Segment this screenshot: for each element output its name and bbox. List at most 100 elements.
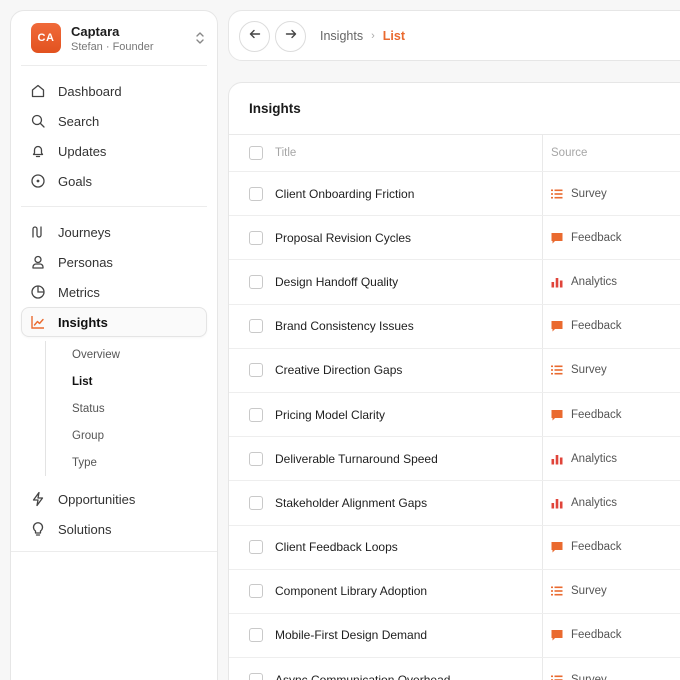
primary-nav: Dashboard Search Updates Goals Journeys …: [21, 76, 207, 544]
account-switcher[interactable]: CA Captara Stefan · Founder: [21, 11, 207, 66]
breadcrumb-parent[interactable]: Insights: [320, 29, 363, 43]
nav-label: Metrics: [58, 284, 100, 300]
nav-label: Opportunities: [58, 491, 136, 507]
table-row[interactable]: Client Onboarding Friction Survey: [229, 172, 680, 217]
table-row[interactable]: Design Handoff Quality Analytics: [229, 260, 680, 305]
nav-item-solutions[interactable]: Solutions: [21, 514, 207, 544]
bar-chart-icon: [551, 276, 563, 288]
table-header-row: Title Source: [229, 135, 680, 172]
table-row[interactable]: Component Library Adoption Survey: [229, 570, 680, 614]
sidebar-divider: [11, 551, 217, 552]
row-source: Feedback: [551, 320, 622, 332]
list-icon: [551, 364, 563, 376]
insights-table: Title Source Client Onboarding Friction S…: [229, 135, 680, 680]
route-icon: [30, 224, 46, 240]
column-header-source-cell: Source: [551, 147, 587, 159]
row-source: Feedback: [551, 232, 622, 244]
row-title[interactable]: Component Library Adoption: [275, 584, 427, 598]
row-source: Analytics: [551, 276, 617, 288]
source-label: Survey: [571, 187, 607, 200]
nav-item-opportunities[interactable]: Opportunities: [21, 484, 207, 514]
table-row[interactable]: Deliverable Turnaround Speed Analytics: [229, 437, 680, 482]
row-title[interactable]: Proposal Revision Cycles: [275, 231, 411, 245]
row-title[interactable]: Pricing Model Clarity: [275, 408, 385, 422]
row-title[interactable]: Mobile-First Design Demand: [275, 628, 427, 642]
nav-item-journeys[interactable]: Journeys: [21, 217, 207, 247]
row-title[interactable]: Brand Consistency Issues: [275, 319, 414, 333]
bar-chart-icon: [551, 453, 563, 465]
list-icon: [551, 585, 563, 597]
account-name: Captara: [71, 24, 120, 39]
column-header-source[interactable]: Source: [551, 147, 587, 159]
source-label: Survey: [571, 364, 607, 377]
row-checkbox[interactable]: [249, 495, 263, 510]
message-icon: [551, 409, 563, 421]
table-row[interactable]: Pricing Model Clarity Feedback: [229, 393, 680, 438]
source-label: Feedback: [571, 541, 622, 554]
nav-item-insights[interactable]: Insights: [21, 307, 207, 337]
account-role: Stefan · Founder: [71, 41, 154, 53]
breadcrumb-separator: ›: [371, 30, 375, 42]
nav-label: Updates: [58, 143, 107, 159]
row-checkbox[interactable]: [249, 451, 263, 466]
nav-item-personas[interactable]: Personas: [21, 247, 207, 277]
row-title[interactable]: Creative Direction Gaps: [275, 363, 402, 377]
insights-subnav: Overview List Status Group Type: [45, 341, 207, 476]
table-row[interactable]: Async Communication Overhead Survey: [229, 658, 680, 680]
row-title[interactable]: Stakeholder Alignment Gaps: [275, 496, 427, 510]
trend-icon: [30, 314, 46, 330]
subnav-status[interactable]: Status: [72, 395, 207, 422]
subnav-group[interactable]: Group: [72, 422, 207, 449]
table-row[interactable]: Creative Direction Gaps Survey: [229, 349, 680, 393]
back-button[interactable]: [239, 21, 270, 52]
column-header-title[interactable]: Title: [275, 147, 296, 159]
nav-label: Search: [58, 113, 100, 129]
breadcrumb-current: List: [382, 29, 405, 43]
row-title[interactable]: Deliverable Turnaround Speed: [275, 452, 438, 466]
row-title[interactable]: Design Handoff Quality: [275, 275, 398, 289]
bolt-icon: [30, 491, 46, 507]
subnav-type[interactable]: Type: [72, 449, 207, 476]
subnav-list[interactable]: List: [72, 368, 207, 395]
row-checkbox[interactable]: [249, 186, 263, 201]
chevron-up-down-icon[interactable]: [193, 30, 207, 46]
table-row[interactable]: Stakeholder Alignment Gaps Analytics: [229, 481, 680, 526]
pie-chart-icon: [30, 284, 46, 300]
nav-item-dashboard[interactable]: Dashboard: [21, 76, 207, 106]
row-title[interactable]: Async Communication Overhead: [275, 673, 450, 680]
row-checkbox[interactable]: [249, 540, 263, 555]
source-label: Analytics: [571, 275, 618, 288]
row-checkbox[interactable]: [249, 672, 263, 680]
row-checkbox[interactable]: [249, 407, 263, 422]
row-checkbox[interactable]: [249, 363, 263, 378]
nav-divider: [21, 206, 207, 207]
row-checkbox[interactable]: [249, 319, 263, 334]
row-source: Feedback: [551, 629, 622, 641]
table-row[interactable]: Mobile-First Design Demand Feedback: [229, 614, 680, 659]
user-icon: [30, 254, 46, 270]
nav-label: Insights: [58, 314, 108, 330]
table-row[interactable]: Proposal Revision Cycles Feedback: [229, 216, 680, 261]
row-title[interactable]: Client Feedback Loops: [275, 540, 398, 554]
message-icon: [551, 320, 563, 332]
nav-item-updates[interactable]: Updates: [21, 136, 207, 166]
row-source: Feedback: [551, 541, 622, 553]
row-checkbox[interactable]: [249, 628, 263, 643]
forward-button[interactable]: [275, 21, 306, 52]
nav-item-metrics[interactable]: Metrics: [21, 277, 207, 307]
subnav-overview[interactable]: Overview: [72, 341, 207, 368]
table-row[interactable]: Brand Consistency Issues Feedback: [229, 305, 680, 349]
row-checkbox[interactable]: [249, 584, 263, 599]
row-title[interactable]: Client Onboarding Friction: [275, 187, 414, 201]
source-label: Feedback: [571, 408, 622, 421]
nav-label: Goals: [58, 173, 92, 189]
nav-item-search[interactable]: Search: [21, 106, 207, 136]
bell-icon: [30, 143, 46, 159]
row-checkbox[interactable]: [249, 274, 263, 289]
table-row[interactable]: Client Feedback Loops Feedback: [229, 526, 680, 570]
select-all-checkbox[interactable]: [249, 146, 263, 160]
row-checkbox[interactable]: [249, 230, 263, 245]
nav-label: Solutions: [58, 521, 112, 537]
source-label: Feedback: [571, 231, 622, 244]
nav-item-goals[interactable]: Goals: [21, 166, 207, 196]
